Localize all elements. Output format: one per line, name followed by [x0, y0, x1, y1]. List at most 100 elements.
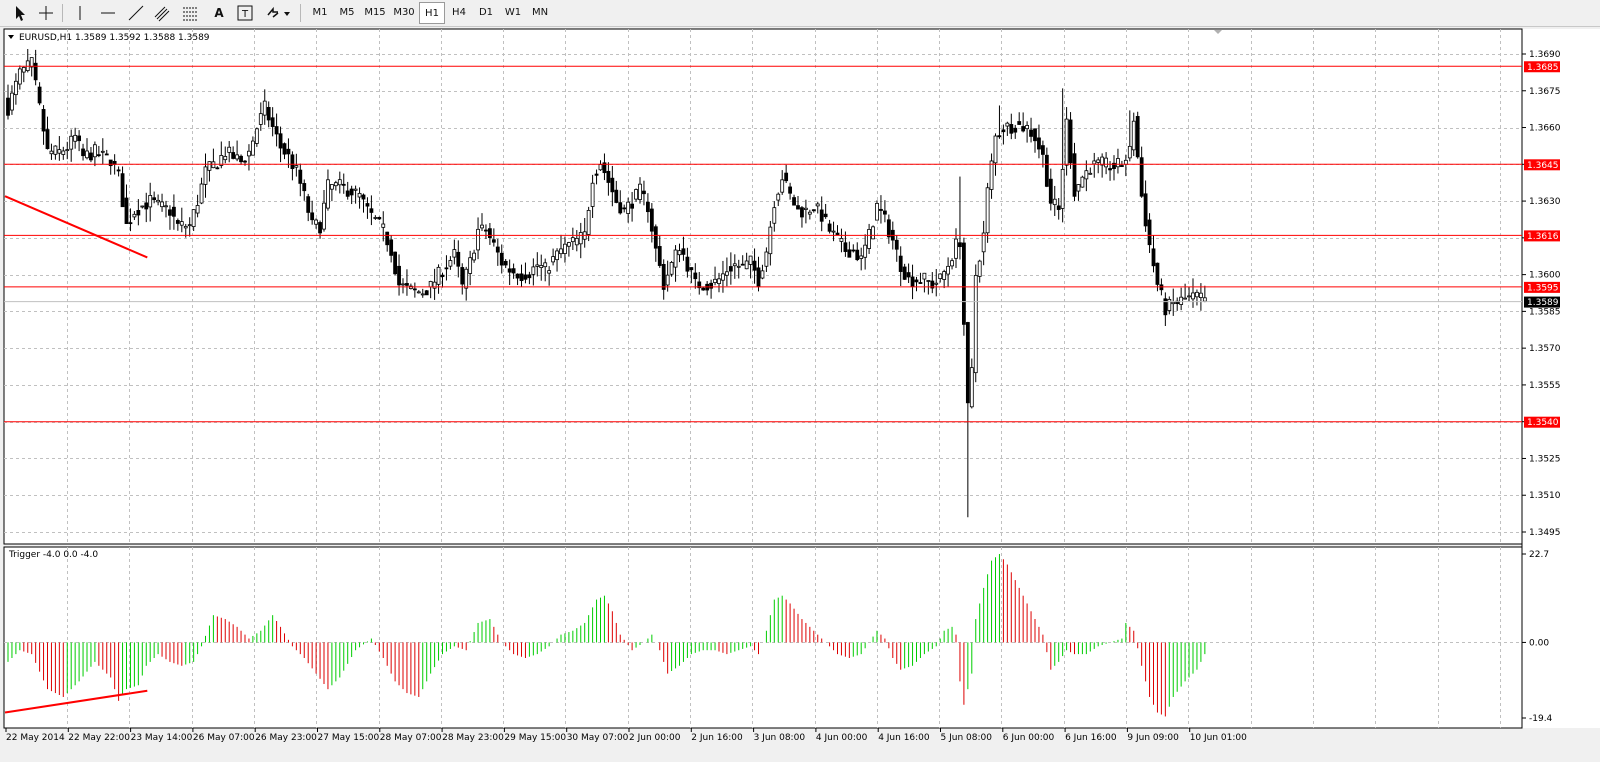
- candle-body: [389, 239, 394, 256]
- candle-body: [1076, 184, 1081, 192]
- candle-body: [247, 150, 251, 157]
- candle-body: [361, 194, 366, 200]
- candle: [424, 289, 429, 296]
- indicator-title: Trigger -4.0 0.0 -4.0: [8, 550, 98, 560]
- timeframe-m15[interactable]: M15: [361, 2, 389, 24]
- cursor-icon[interactable]: [10, 3, 30, 23]
- timeframe-m1[interactable]: M1: [307, 2, 333, 24]
- candle-body: [871, 226, 875, 240]
- candle-body: [491, 239, 496, 243]
- candle-body: [460, 267, 465, 285]
- horizontal-level-label: 1.3645: [1527, 161, 1559, 171]
- candle-body: [1147, 219, 1152, 246]
- candle-body: [938, 273, 943, 280]
- fibonacci-icon[interactable]: [180, 3, 200, 23]
- price-axis-label: 1.3660: [1529, 124, 1561, 134]
- timeframe-d1[interactable]: D1: [473, 2, 499, 24]
- candle-body: [859, 255, 864, 259]
- crosshair-icon[interactable]: [36, 3, 56, 23]
- timeframe-h4[interactable]: H4: [446, 2, 472, 24]
- candle-body: [618, 202, 623, 214]
- candle-body: [906, 272, 911, 278]
- time-axis-label: 28 May 07:00: [380, 733, 442, 743]
- trendline-icon[interactable]: [126, 3, 146, 23]
- indicator-axis-label: 22.7: [1529, 550, 1549, 560]
- chart-canvas[interactable]: 1.36901.36751.36601.36451.36301.36151.36…: [0, 27, 1600, 759]
- timeframe-m5[interactable]: M5: [334, 2, 360, 24]
- candle-body: [53, 145, 58, 155]
- candle-body: [693, 272, 698, 280]
- candle-body: [973, 274, 978, 374]
- candle-body: [282, 143, 287, 155]
- candle-body: [1155, 262, 1160, 285]
- candle-body: [772, 207, 777, 224]
- candle-body: [709, 282, 713, 289]
- candle-body: [81, 148, 85, 157]
- candle-body: [519, 273, 524, 282]
- candle-body: [543, 262, 548, 268]
- candle-body: [1001, 129, 1006, 133]
- candle-body: [807, 211, 812, 215]
- candle-body: [100, 150, 105, 153]
- candle-body: [898, 255, 903, 272]
- candle-body: [179, 221, 184, 226]
- candle-body: [788, 186, 792, 194]
- candle-body: [902, 266, 907, 280]
- candle-body: [965, 322, 970, 404]
- timeframe-m30[interactable]: M30: [390, 2, 418, 24]
- vertical-line-icon[interactable]: [70, 3, 90, 23]
- candle-body: [495, 246, 500, 253]
- arrows-icon[interactable]: [264, 3, 292, 23]
- candle-body: [523, 274, 528, 280]
- candle-body: [922, 272, 927, 280]
- candle-body: [646, 201, 650, 213]
- equidistant-channel-icon[interactable]: [152, 3, 172, 23]
- candle-body: [1179, 296, 1184, 305]
- candle-body: [1041, 145, 1045, 155]
- candle-body: [610, 177, 615, 193]
- candle-body: [17, 68, 22, 85]
- current-price-label: 1.3589: [1527, 298, 1559, 308]
- timeframe-h1[interactable]: H1: [419, 2, 445, 24]
- indicator-axis-label: -19.4: [1529, 714, 1553, 724]
- time-axis-label: 3 Jun 08:00: [754, 733, 806, 743]
- candle-body: [1199, 292, 1203, 298]
- text-label-icon[interactable]: T: [235, 3, 255, 23]
- candle-body: [258, 113, 263, 125]
- candle-body: [1187, 295, 1191, 298]
- candle-body: [748, 255, 753, 265]
- candle-body: [1167, 298, 1172, 311]
- candle-body: [626, 201, 631, 214]
- candle-body: [1127, 145, 1132, 159]
- candle-body: [140, 205, 145, 208]
- candle-body: [831, 230, 836, 233]
- timeframe-mn[interactable]: MN: [527, 2, 553, 24]
- candle-body: [1068, 119, 1073, 164]
- candle-body: [1108, 168, 1112, 171]
- candle-body: [1013, 127, 1018, 133]
- candle: [669, 260, 674, 277]
- candle-body: [1072, 153, 1077, 197]
- candle-body: [985, 187, 990, 234]
- timeframe-w1[interactable]: W1: [500, 2, 526, 24]
- time-axis-label: 27 May 15:00: [318, 733, 380, 743]
- candle-body: [1096, 159, 1101, 163]
- candle-body: [634, 189, 638, 200]
- candle-body: [33, 62, 38, 81]
- candle-body: [227, 146, 232, 153]
- candle-body: [567, 242, 571, 247]
- candle: [1068, 112, 1073, 169]
- text-tool-button[interactable]: A: [210, 2, 228, 24]
- candle-body: [369, 208, 374, 213]
- candle-body: [73, 134, 78, 142]
- chart-area: 1.36901.36751.36601.36451.36301.36151.36…: [0, 27, 1600, 759]
- horizontal-line-icon[interactable]: [98, 3, 118, 23]
- candle-body: [314, 219, 319, 225]
- candle-body: [333, 182, 338, 187]
- candle-body: [760, 270, 765, 279]
- candle-body: [1202, 297, 1207, 302]
- candle-body: [6, 97, 10, 116]
- candle-body: [503, 260, 508, 266]
- candle-body: [120, 173, 125, 208]
- candle-body: [511, 268, 516, 274]
